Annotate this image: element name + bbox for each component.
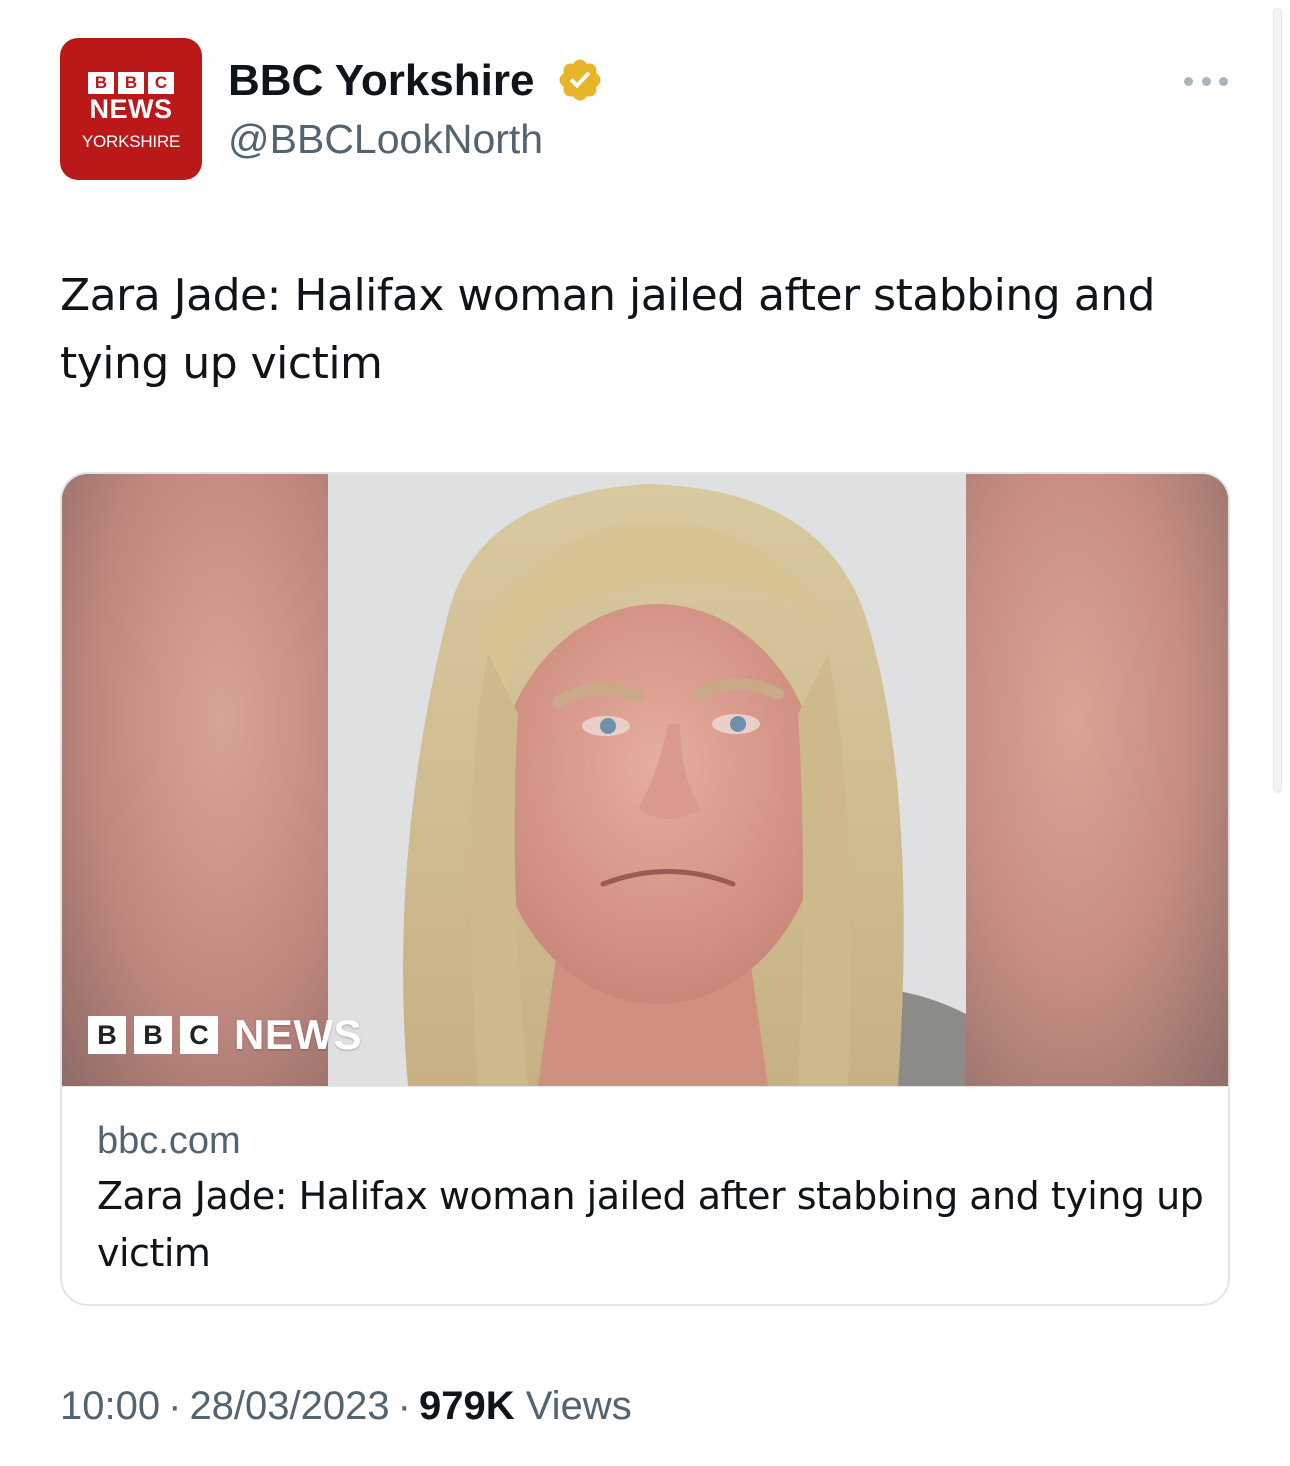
tweet-date[interactable]: 28/03/2023 — [189, 1384, 389, 1428]
scrollbar[interactable] — [1273, 8, 1282, 793]
logo-word: NEWS — [234, 1011, 362, 1058]
avatar-block: C — [148, 72, 174, 94]
logo-block: B — [134, 1016, 172, 1054]
verified-badge-icon — [559, 59, 601, 101]
more-dot — [1184, 76, 1193, 86]
mugshot-photo — [328, 474, 966, 1086]
handle[interactable]: @BBCLookNorth — [228, 116, 543, 163]
tweet-header: B B C NEWS YORKSHIRE BBC Yorkshire @BBCL… — [60, 38, 1230, 183]
avatar-block: B — [88, 72, 114, 94]
separator-dot: · — [397, 1384, 411, 1428]
card-image[interactable]: B B C NEWS — [62, 474, 1228, 1086]
link-card[interactable]: B B C NEWS bbc.com Zara Jade: Halifax wo… — [60, 472, 1230, 1306]
views-count[interactable]: 979K — [419, 1384, 515, 1428]
avatar[interactable]: B B C NEWS YORKSHIRE — [60, 38, 202, 180]
card-divider — [62, 1086, 1228, 1087]
bbc-news-logo: B B C NEWS — [88, 1011, 362, 1059]
avatar-news: NEWS — [89, 94, 173, 124]
tweet-text: Zara Jade: Halifax woman jailed after st… — [60, 270, 1155, 389]
logo-block: C — [180, 1016, 218, 1054]
avatar-block: B — [118, 72, 144, 94]
more-options-icon[interactable] — [1178, 64, 1234, 98]
logo-block: B — [88, 1016, 126, 1054]
avatar-region: YORKSHIRE — [81, 132, 181, 151]
card-domain: bbc.com — [97, 1120, 241, 1162]
tweet-time[interactable]: 10:00 — [60, 1384, 160, 1428]
views-label: Views — [525, 1384, 632, 1428]
more-dot — [1219, 76, 1228, 86]
more-dot — [1201, 76, 1211, 86]
card-title: Zara Jade: Halifax woman jailed after st… — [97, 1174, 1204, 1275]
tweet-meta: 10:00 · 28/03/2023 · 979K Views — [60, 1384, 632, 1429]
avatar-bbc-blocks: B B C — [88, 72, 174, 94]
blurred-background-left — [62, 474, 328, 1086]
separator-dot: · — [168, 1384, 182, 1428]
blurred-background-right — [966, 474, 1228, 1086]
display-name[interactable]: BBC Yorkshire — [228, 56, 534, 106]
